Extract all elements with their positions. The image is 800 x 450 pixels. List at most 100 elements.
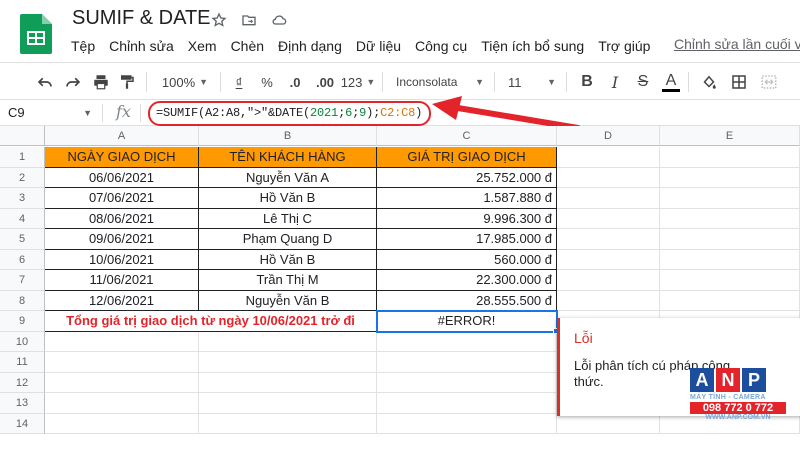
empty-cell[interactable] [377, 372, 557, 393]
empty-cell[interactable] [557, 167, 660, 188]
menu-insert[interactable]: Chèn [224, 36, 271, 56]
date-cell[interactable]: 10/06/2021 [45, 249, 199, 270]
amount-cell[interactable]: 9.996.300 đ [377, 208, 557, 229]
menu-addons[interactable]: Tiện ích bổ sung [474, 36, 591, 56]
currency-format-button[interactable]: ₫ [226, 69, 252, 95]
date-cell[interactable]: 09/06/2021 [45, 229, 199, 250]
borders-icon[interactable] [726, 69, 752, 95]
menu-tools[interactable]: Công cụ [408, 36, 474, 56]
strikethrough-button[interactable]: S [630, 69, 656, 95]
col-header-e[interactable]: E [660, 126, 800, 146]
row-header[interactable]: 9 [0, 311, 45, 332]
empty-cell[interactable] [660, 167, 800, 188]
amount-cell[interactable]: 1.587.880 đ [377, 188, 557, 209]
empty-cell[interactable] [557, 413, 660, 434]
select-all-corner[interactable] [0, 126, 45, 146]
customer-cell[interactable]: Trần Thị M [199, 270, 377, 291]
empty-cell[interactable] [557, 229, 660, 250]
percent-format-button[interactable]: % [254, 69, 280, 95]
empty-cell[interactable] [660, 229, 800, 250]
menu-view[interactable]: Xem [181, 36, 224, 56]
print-icon[interactable] [88, 69, 114, 95]
menu-edit[interactable]: Chỉnh sửa [102, 36, 181, 56]
amount-cell[interactable]: 22.300.000 đ [377, 270, 557, 291]
decrease-decimal-button[interactable]: .0 [282, 69, 308, 95]
date-cell[interactable]: 07/06/2021 [45, 188, 199, 209]
empty-cell[interactable] [199, 372, 377, 393]
col-header-a[interactable]: A [45, 126, 199, 146]
empty-cell[interactable] [45, 413, 199, 434]
menu-help[interactable]: Trợ giúp [591, 36, 657, 56]
row-header[interactable]: 4 [0, 208, 45, 229]
bold-button[interactable]: B [574, 69, 600, 95]
text-color-button[interactable]: A [658, 69, 684, 95]
row-header[interactable]: 10 [0, 331, 45, 352]
header-cell[interactable]: GIÁ TRỊ GIAO DỊCH [377, 147, 557, 168]
increase-decimal-button[interactable]: .00 [310, 69, 340, 95]
date-cell[interactable]: 06/06/2021 [45, 167, 199, 188]
row-header[interactable]: 3 [0, 188, 45, 209]
row-header[interactable]: 6 [0, 249, 45, 270]
font-size-select[interactable]: 11 ▼ [504, 69, 560, 95]
amount-cell[interactable]: 25.752.000 đ [377, 167, 557, 188]
redo-icon[interactable] [60, 69, 86, 95]
empty-cell[interactable] [45, 331, 199, 352]
empty-cell[interactable] [199, 393, 377, 414]
empty-cell[interactable] [557, 208, 660, 229]
font-family-select[interactable]: Inconsolata ▼ [392, 69, 488, 95]
col-header-d[interactable]: D [557, 126, 660, 146]
menu-data[interactable]: Dữ liệu [349, 36, 408, 56]
last-edit-link[interactable]: Chỉnh sửa lần cuối vài [674, 36, 800, 52]
row-header[interactable]: 2 [0, 167, 45, 188]
customer-cell[interactable]: Nguyễn Văn A [199, 167, 377, 188]
empty-cell[interactable] [45, 393, 199, 414]
star-icon[interactable] [208, 9, 230, 31]
document-title[interactable]: SUMIF & DATE [72, 7, 211, 30]
col-header-b[interactable]: B [199, 126, 377, 146]
sheets-logo-icon[interactable] [20, 14, 52, 54]
italic-button[interactable]: I [602, 69, 628, 95]
move-folder-icon[interactable] [238, 9, 260, 31]
row-header[interactable]: 7 [0, 270, 45, 291]
header-cell[interactable]: TÊN KHÁCH HÀNG [199, 147, 377, 168]
empty-cell[interactable] [45, 352, 199, 373]
customer-cell[interactable]: Lê Thị C [199, 208, 377, 229]
date-cell[interactable]: 11/06/2021 [45, 270, 199, 291]
row-header[interactable]: 12 [0, 372, 45, 393]
row-header[interactable]: 14 [0, 413, 45, 434]
empty-cell[interactable] [557, 270, 660, 291]
empty-cell[interactable] [557, 249, 660, 270]
row-header[interactable]: 5 [0, 229, 45, 250]
empty-cell[interactable] [557, 147, 660, 168]
empty-cell[interactable] [557, 188, 660, 209]
date-cell[interactable]: 08/06/2021 [45, 208, 199, 229]
undo-icon[interactable] [32, 69, 58, 95]
zoom-select[interactable]: 100% ▼ [160, 69, 210, 95]
empty-cell[interactable] [660, 249, 800, 270]
empty-cell[interactable] [660, 270, 800, 291]
empty-cell[interactable] [199, 413, 377, 434]
amount-cell[interactable]: 28.555.500 đ [377, 290, 557, 311]
empty-cell[interactable] [377, 331, 557, 352]
name-box[interactable]: C9 ▼ [4, 103, 98, 123]
empty-cell[interactable] [660, 147, 800, 168]
menu-format[interactable]: Định dạng [271, 36, 349, 56]
cloud-status-icon[interactable] [268, 9, 290, 31]
empty-cell[interactable] [660, 290, 800, 311]
more-formats-select[interactable]: 123 ▼ [340, 69, 376, 95]
empty-cell[interactable] [660, 188, 800, 209]
menu-file[interactable]: Tệp [64, 36, 102, 56]
date-cell[interactable]: 12/06/2021 [45, 290, 199, 311]
empty-cell[interactable] [199, 331, 377, 352]
row-header[interactable]: 8 [0, 290, 45, 311]
empty-cell[interactable] [45, 372, 199, 393]
empty-cell[interactable] [557, 290, 660, 311]
empty-cell[interactable] [377, 352, 557, 373]
col-header-c[interactable]: C [377, 126, 557, 146]
row-header[interactable]: 11 [0, 352, 45, 373]
row-header[interactable]: 1 [0, 147, 45, 168]
customer-cell[interactable]: Phạm Quang D [199, 229, 377, 250]
amount-cell[interactable]: 560.000 đ [377, 249, 557, 270]
row-header[interactable]: 13 [0, 393, 45, 414]
customer-cell[interactable]: Nguyễn Văn B [199, 290, 377, 311]
